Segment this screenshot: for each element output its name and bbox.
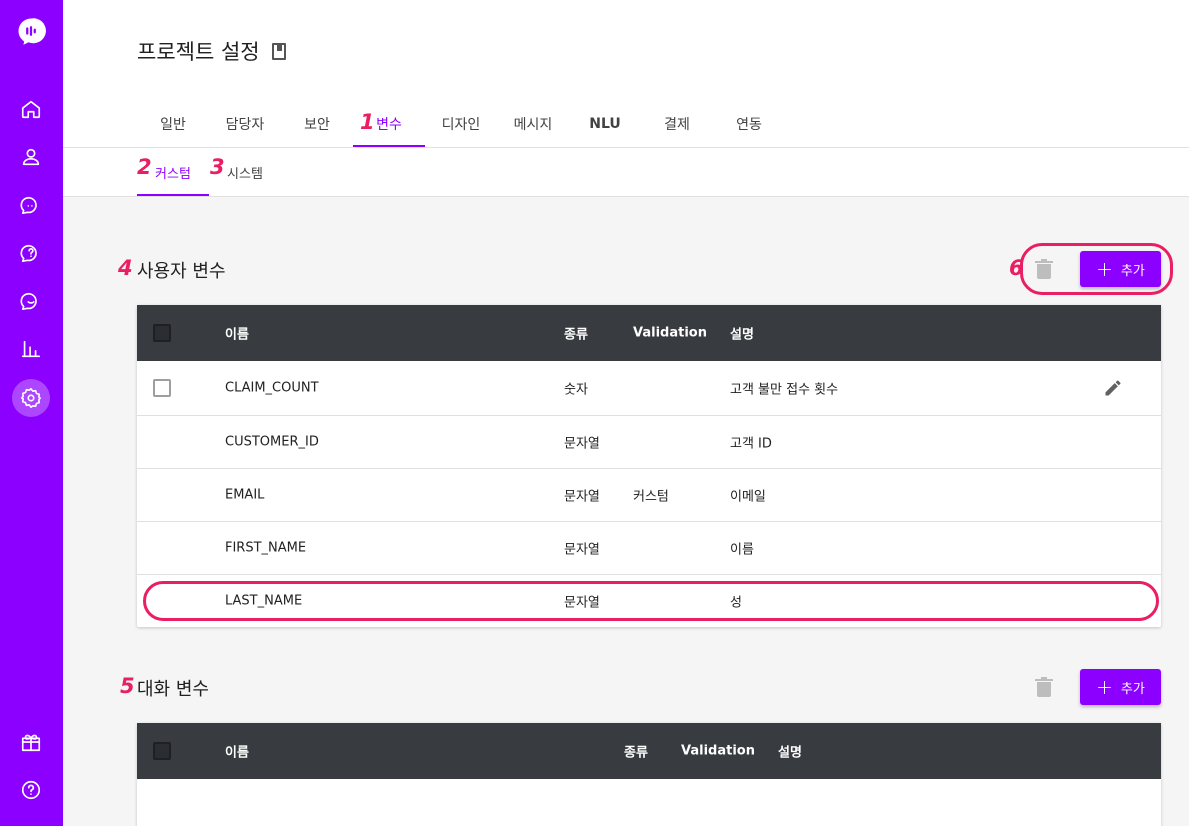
settings-tabs: 일반 담당자 보안 변수 디자인 메시지 NLU 결제 연동 xyxy=(137,100,785,147)
col-type: 종류 xyxy=(564,327,588,343)
cell-desc: 고객 ID xyxy=(730,436,772,452)
annotation-4: 4 xyxy=(118,256,133,280)
user-vars-title: 사용자 변수 xyxy=(137,261,226,282)
row-checkbox[interactable] xyxy=(153,379,171,397)
annotation-ring-row xyxy=(143,581,1159,621)
tab-nlu[interactable]: NLU xyxy=(569,100,641,147)
tab-billing[interactable]: 결제 xyxy=(641,100,713,147)
col-type: 종류 xyxy=(624,745,648,761)
select-all-checkbox[interactable] xyxy=(153,324,171,342)
conv-vars-title: 대화 변수 xyxy=(137,679,209,700)
conversation-icon[interactable] xyxy=(12,282,50,320)
annotation-2: 2 xyxy=(137,155,152,179)
logo-icon[interactable] xyxy=(12,12,50,50)
table-row[interactable]: EMAIL 문자열 커스텀 이메일 xyxy=(137,468,1161,521)
cell-validation: 커스텀 xyxy=(633,489,669,505)
annotation-1: 1 xyxy=(360,110,375,134)
nav-rail xyxy=(0,0,63,826)
annotation-5: 5 xyxy=(120,674,135,698)
tab-integration[interactable]: 연동 xyxy=(713,100,785,147)
table-row[interactable]: CUSTOMER_ID 문자열 고객 ID xyxy=(137,415,1161,468)
cell-type: 문자열 xyxy=(564,489,600,505)
cell-type: 문자열 xyxy=(564,542,600,558)
col-validation: Validation xyxy=(633,325,707,341)
help-bubble-icon[interactable] xyxy=(12,234,50,272)
cell-name: CUSTOMER_ID xyxy=(225,434,319,450)
tab-security[interactable]: 보안 xyxy=(281,100,353,147)
help-icon[interactable] xyxy=(12,771,50,809)
cell-desc: 이메일 xyxy=(730,489,766,505)
tab-managers[interactable]: 담당자 xyxy=(209,100,281,147)
subtabs-divider xyxy=(63,196,1189,197)
cell-name: EMAIL xyxy=(225,487,265,503)
add-conv-var-button[interactable]: + 추가 xyxy=(1080,669,1161,705)
table-row[interactable]: CLAIM_COUNT 숫자 고객 불만 접수 횟수 xyxy=(137,361,1161,415)
user-vars-header: 이름 종류 Validation 설명 xyxy=(137,305,1161,361)
tab-messages[interactable]: 메시지 xyxy=(497,100,569,147)
cell-name: FIRST_NAME xyxy=(225,540,307,556)
bookmark-icon[interactable] xyxy=(271,42,286,60)
add-button-label: 추가 xyxy=(1120,681,1145,697)
annotation-ring-add xyxy=(1020,243,1173,295)
delete-icon[interactable] xyxy=(1033,676,1055,698)
cell-type: 숫자 xyxy=(564,382,588,398)
cell-type: 문자열 xyxy=(564,436,600,452)
home-icon[interactable] xyxy=(12,90,50,128)
user-vars-table: 이름 종류 Validation 설명 CLAIM_COUNT 숫자 고객 불만… xyxy=(137,305,1161,627)
conv-vars-table: 이름 종류 Validation 설명 xyxy=(137,723,1161,826)
select-all-checkbox[interactable] xyxy=(153,742,171,760)
plus-icon: + xyxy=(1096,675,1113,699)
gift-icon[interactable] xyxy=(12,723,50,761)
table-row[interactable]: FIRST_NAME 문자열 이름 xyxy=(137,521,1161,574)
page-title-text: 프로젝트 설정 xyxy=(137,40,260,64)
col-desc: 설명 xyxy=(730,327,754,343)
annotation-3: 3 xyxy=(210,155,225,179)
tab-general[interactable]: 일반 xyxy=(137,100,209,147)
page-title: 프로젝트 설정 xyxy=(137,36,286,66)
users-icon[interactable] xyxy=(12,138,50,176)
edit-icon[interactable] xyxy=(1103,378,1123,398)
tab-design[interactable]: 디자인 xyxy=(425,100,497,147)
col-validation: Validation xyxy=(681,743,755,759)
cell-name: CLAIM_COUNT xyxy=(225,380,319,396)
cell-desc: 이름 xyxy=(730,542,754,558)
settings-icon[interactable] xyxy=(12,379,50,417)
chat-icon[interactable] xyxy=(12,186,50,224)
col-name: 이름 xyxy=(225,327,249,343)
conv-vars-header: 이름 종류 Validation 설명 xyxy=(137,723,1161,779)
variable-subtabs: 커스텀 시스템 xyxy=(137,148,281,196)
col-name: 이름 xyxy=(225,745,249,761)
cell-desc: 고객 불만 접수 횟수 xyxy=(730,382,839,398)
col-desc: 설명 xyxy=(778,745,802,761)
analytics-icon[interactable] xyxy=(12,330,50,368)
